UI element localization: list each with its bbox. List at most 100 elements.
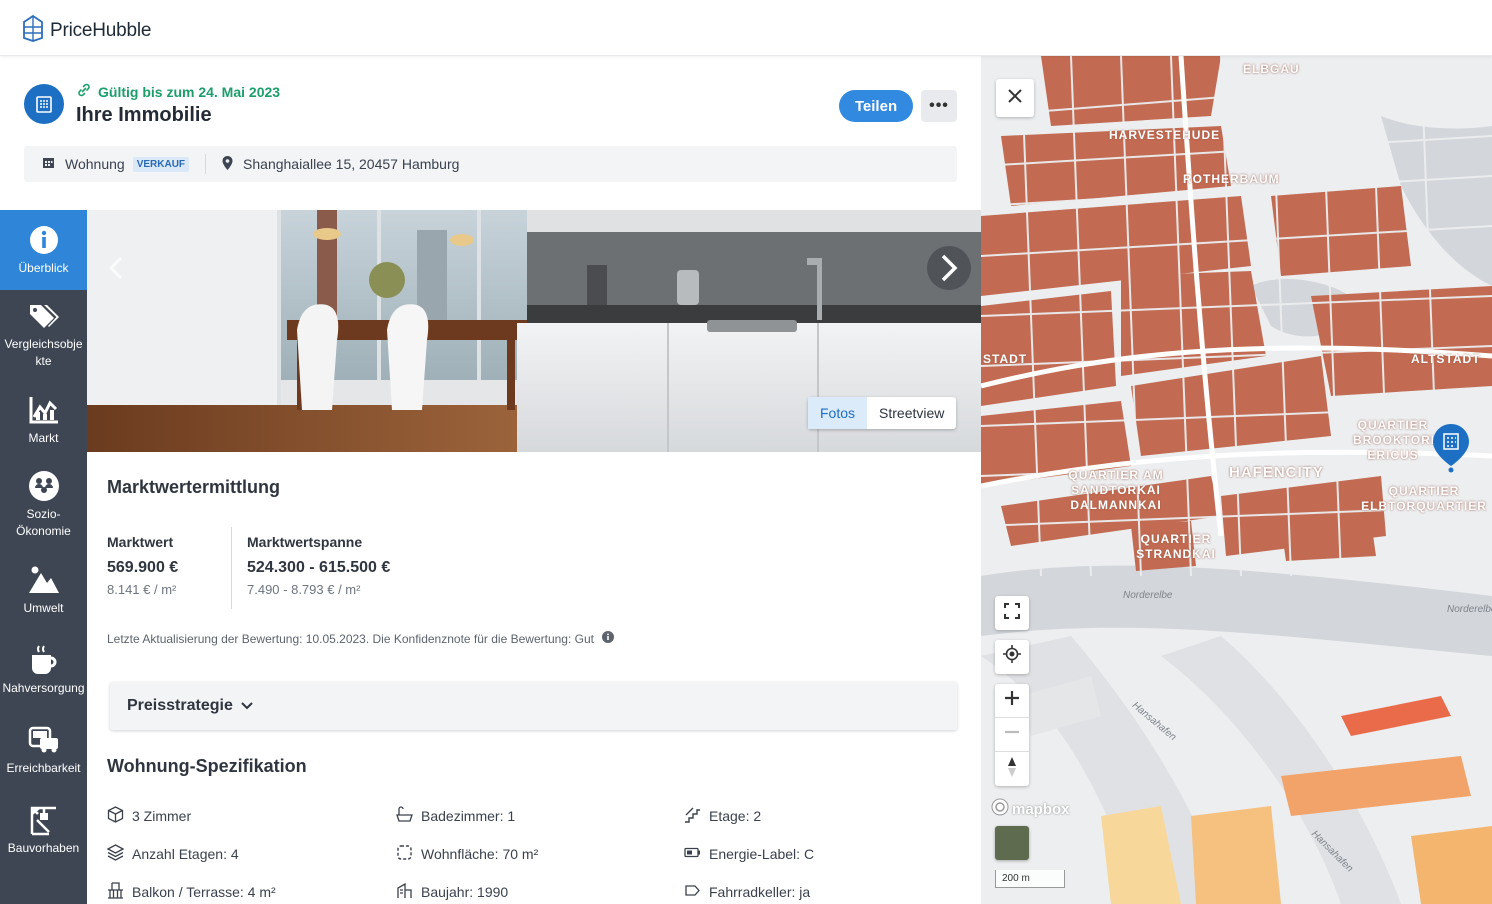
map-label: STADT (983, 352, 1028, 366)
tag-icon (684, 882, 701, 902)
close-map-button[interactable] (996, 79, 1034, 117)
streetview-tab[interactable]: Streetview (867, 397, 956, 429)
property-info-bar: Wohnung VERKAUF Shanghaiallee 15, 20457 … (24, 146, 957, 182)
validity-text: Gültig bis zum 24. Mai 2023 (98, 83, 281, 100)
logo[interactable]: PriceHubble (22, 14, 152, 47)
valuation-heading: Marktwertermittlung (107, 477, 281, 497)
spec-bathrooms: Badezimmer: 1 (396, 806, 515, 826)
logo-text: PriceHubble (50, 19, 152, 41)
spec-rooms: 3 Zimmer (107, 806, 191, 826)
spec-floors-count: Anzahl Etagen: 4 (106, 844, 239, 864)
sidebar-item-socio-economy[interactable]: Sozio-Ökonomie (0, 460, 87, 550)
zoom-in-button[interactable] (995, 684, 1029, 718)
map-label: QUARTIER STRANDKAI (1136, 532, 1216, 561)
calendar-icon (42, 156, 55, 172)
left-panel: Gültig bis zum 24. Mai 2023 Ihre Immobil… (0, 56, 981, 904)
market-value-label: Marktwert (107, 534, 174, 550)
spec-energy-label: Energie-Label: C (684, 844, 814, 864)
pricehubble-logo-icon (22, 14, 44, 47)
cube-icon (107, 806, 124, 826)
sidebar-item-comparables[interactable]: Vergleichsobje kte (0, 290, 87, 380)
spec-floor: Etage: 2 (684, 806, 761, 826)
share-button[interactable]: Teilen (839, 90, 913, 122)
close-icon (1007, 87, 1023, 110)
geolocate-button[interactable] (995, 640, 1029, 674)
coffee-cup-icon (28, 644, 60, 676)
balcony-icon (107, 882, 124, 902)
link-icon (76, 82, 92, 101)
value-range: 524.300 - 615.500 € (247, 559, 391, 576)
sale-badge: VERKAUF (132, 156, 190, 172)
market-chart-icon (28, 394, 60, 426)
sidebar-item-construction[interactable]: Bauvorhaben (0, 790, 87, 870)
map-label: HARVESTEHUDE (1109, 128, 1221, 142)
transport-icon (28, 724, 60, 756)
property-address: Shanghaiallee 15, 20457 Hamburg (243, 156, 460, 172)
spec-year-built: Baujahr: 1990 (396, 882, 508, 902)
plus-icon (1005, 691, 1019, 710)
satellite-toggle-button[interactable] (995, 826, 1029, 860)
fullscreen-button[interactable] (995, 596, 1029, 630)
compass-icon (1007, 756, 1017, 782)
pricing-strategy-label: Preisstrategie (127, 697, 233, 714)
building-construction-icon (396, 882, 413, 902)
spec-balcony: Balkon / Terrasse: 4 m² (107, 882, 276, 902)
info-icon[interactable] (601, 631, 614, 646)
property-type: Wohnung (65, 156, 125, 172)
sidebar-item-environment[interactable]: Umwelt (0, 550, 87, 630)
map-label: QUARTIER ELBTORQUARTIER (1361, 484, 1487, 513)
zoom-controls (995, 684, 1029, 786)
bathtub-icon (396, 806, 413, 826)
layers-icon (106, 844, 125, 864)
divider (231, 527, 232, 609)
page-title: Ihre Immobilie (76, 104, 212, 126)
map-label: QUARTIER BROOKTORKAI ERICUS (1353, 418, 1455, 462)
location-pin-icon (222, 155, 233, 173)
map-label: ELBGAU (1243, 62, 1300, 76)
water-label: Norderelbe (1123, 590, 1173, 601)
water-label: Norderelbe (1447, 604, 1492, 615)
mapbox-icon (991, 798, 1009, 820)
market-value: 569.900 € (107, 559, 179, 576)
mountain-icon (28, 564, 60, 596)
market-value-block: Marktwert 569.900 € 8.141 € / m² (107, 534, 178, 597)
minus-icon (1005, 725, 1019, 744)
value-range-per-sqm: 7.490 - 8.793 € / m² (247, 582, 361, 597)
stairs-icon (684, 806, 701, 826)
info-icon (28, 224, 60, 256)
map-scale: 200 m (995, 870, 1065, 888)
spec-heading: Wohnung-Spezifikation (107, 756, 307, 776)
value-range-label: Marktwertspanne (247, 534, 363, 550)
property-marker[interactable] (1431, 422, 1471, 479)
pricing-strategy-accordion[interactable]: Preisstrategie (110, 682, 957, 730)
crane-icon (28, 804, 60, 836)
map-label: ROTHERBAUM (1183, 172, 1280, 186)
fullscreen-icon (1004, 602, 1020, 625)
area-icon (396, 844, 413, 864)
sidebar-item-local-supply[interactable]: Nahversorgung (0, 630, 87, 710)
people-icon (28, 470, 60, 502)
more-options-button[interactable]: ••• (921, 90, 957, 122)
sidebar-nav: Überblick Vergleichsobje kte Markt Sozio… (0, 210, 87, 904)
building-icon (24, 84, 64, 124)
sidebar-item-overview[interactable]: Überblick (0, 210, 87, 290)
map-label: HAFENCITY (1229, 464, 1324, 481)
map-panel[interactable]: ELBGAU HARVESTEHUDE ROTHERBAUM STADT ALT… (981, 56, 1492, 904)
spec-living-area: Wohnfläche: 70 m² (396, 844, 538, 864)
sidebar-item-accessibility[interactable]: Erreichbarkeit (0, 710, 87, 790)
valuation-note: Letzte Aktualisierung der Bewertung: 10.… (107, 631, 614, 646)
photo-view-toggle: Fotos Streetview (808, 397, 957, 429)
compass-button[interactable] (995, 752, 1029, 786)
battery-icon (684, 844, 701, 864)
divider (205, 154, 207, 174)
mapbox-logo[interactable]: mapbox (991, 798, 1070, 820)
map-label: QUARTIER AM SANDTORKAI DALMANNKAI (1068, 468, 1164, 512)
sidebar-item-market[interactable]: Markt (0, 380, 87, 460)
validity-link[interactable]: Gültig bis zum 24. Mai 2023 (76, 82, 280, 101)
chevron-down-icon (241, 697, 253, 715)
map-label: ALTSTADT (1411, 352, 1481, 366)
market-value-per-sqm: 8.141 € / m² (107, 582, 177, 597)
photos-tab[interactable]: Fotos (808, 397, 868, 429)
zoom-out-button[interactable] (995, 718, 1029, 752)
tags-icon (28, 300, 60, 332)
